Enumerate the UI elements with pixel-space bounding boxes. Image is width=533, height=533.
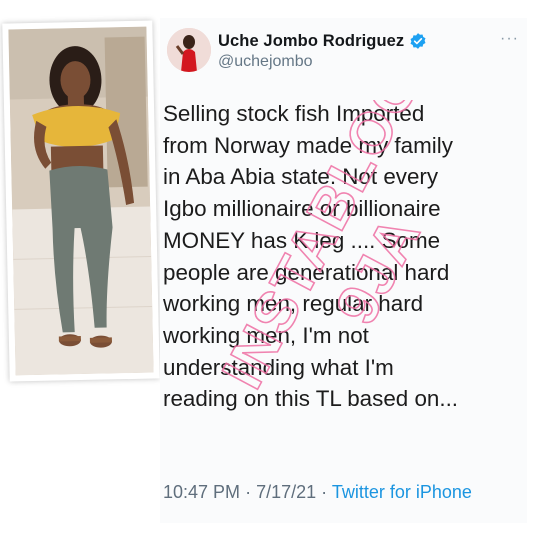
- photo-card: [2, 20, 160, 382]
- tweet-meta: 10:47 PM · 7/17/21 · Twitter for iPhone: [163, 482, 472, 506]
- meta-separator: ·: [245, 482, 252, 502]
- woman-photo-illustration: [8, 26, 154, 376]
- tweet-text: Selling stock fish Imported from Norway …: [163, 98, 513, 415]
- tweet-text-line: working men, I'm not: [163, 322, 369, 348]
- verified-badge-icon: [410, 33, 426, 49]
- tweet-date[interactable]: 7/17/21: [256, 482, 316, 502]
- tweet-text-line: working men, regular hard: [163, 291, 424, 317]
- meta-separator: ·: [321, 482, 328, 502]
- more-options-icon[interactable]: ···: [500, 30, 519, 48]
- tweet-text-line: in Aba Abia state. Not every: [163, 164, 439, 190]
- author-handle[interactable]: @uchejombo: [218, 53, 313, 71]
- woman-photo: [8, 26, 154, 376]
- tweet-text-line: from Norway made my family: [163, 132, 453, 158]
- author-name-row: Uche Jombo Rodriguez: [218, 30, 427, 52]
- tweet-text-line: Igbo millionaire or billionaire: [163, 196, 441, 222]
- tweet-time[interactable]: 10:47 PM: [163, 482, 240, 502]
- screenshot-frame: Uche Jombo Rodriguez @uchejombo ··· Sell…: [0, 0, 533, 533]
- tweet-text-line: MONEY has K leg .... Some: [163, 227, 441, 253]
- author-display-name[interactable]: Uche Jombo Rodriguez: [218, 32, 404, 51]
- tweet-source-link[interactable]: Twitter for iPhone: [332, 482, 472, 502]
- author-avatar[interactable]: [167, 28, 211, 72]
- tweet-text-line: understanding what I'm: [163, 354, 394, 380]
- tweet-text-line: Selling stock fish Imported: [163, 101, 425, 126]
- tweet-text-line: people are generational hard: [163, 259, 450, 285]
- avatar-image: [167, 28, 211, 72]
- tweet-text-line: reading on this TL based on...: [163, 386, 459, 412]
